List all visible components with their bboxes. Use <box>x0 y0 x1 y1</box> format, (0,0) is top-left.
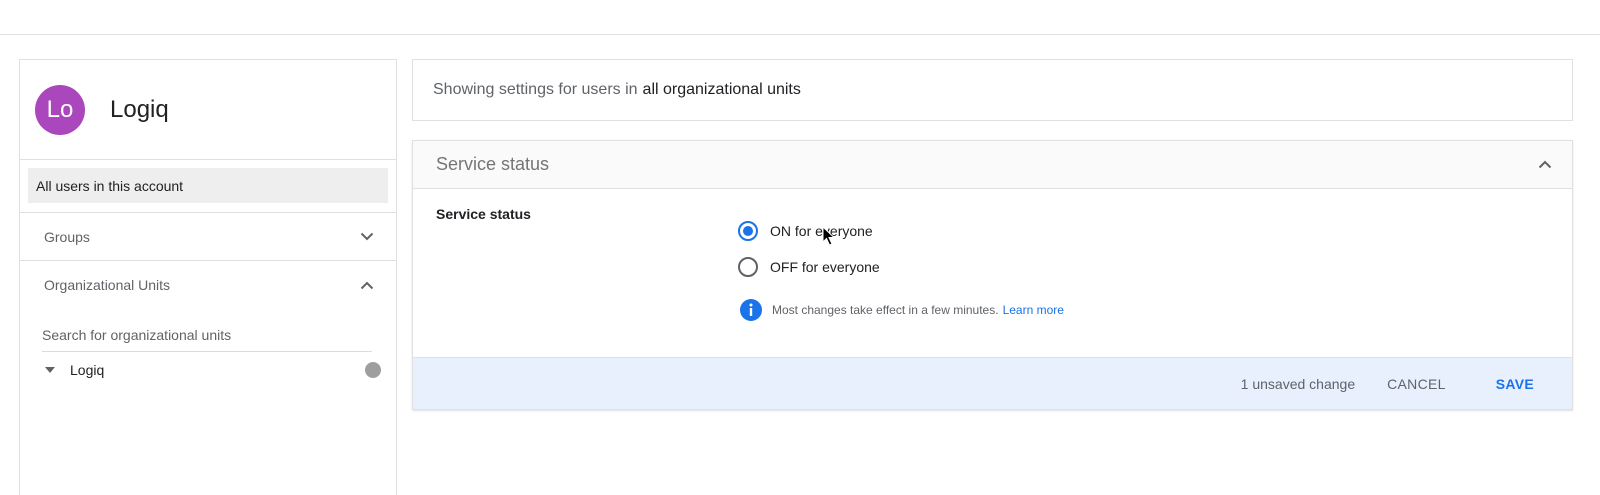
top-bar <box>0 0 1600 35</box>
scope-prefix: Showing settings for users in <box>433 81 638 98</box>
status-dot-icon <box>365 362 381 378</box>
caret-down-icon[interactable] <box>42 362 58 378</box>
tree-item-label[interactable]: Logiq <box>70 362 365 378</box>
groups-section-toggle[interactable]: Groups <box>20 213 396 261</box>
learn-more-link[interactable]: Learn more <box>1003 303 1064 317</box>
chevron-up-icon <box>360 278 374 292</box>
radio-on-for-everyone[interactable]: ON for everyone <box>738 221 873 241</box>
org-units-search-wrap <box>20 309 396 352</box>
chevron-up-icon[interactable] <box>1538 158 1552 172</box>
org-units-label: Organizational Units <box>44 277 171 293</box>
card-body: Service status ON for everyone OFF for e… <box>413 189 1572 357</box>
info-note: Most changes take effect in a few minute… <box>740 299 1064 321</box>
radio-off-label: OFF for everyone <box>770 259 880 275</box>
tree-row-logiq: Logiq <box>20 352 396 388</box>
setting-label: Service status <box>436 206 531 222</box>
org-header: Lo Logiq <box>20 60 396 160</box>
org-avatar: Lo <box>35 84 85 135</box>
org-name: Logiq <box>110 95 169 123</box>
all-users-item[interactable]: All users in this account <box>28 168 388 203</box>
save-bar: 1 unsaved change CANCEL SAVE <box>413 357 1572 409</box>
card-header[interactable]: Service status <box>413 141 1572 189</box>
cancel-button[interactable]: CANCEL <box>1383 370 1450 398</box>
org-sidebar: Lo Logiq All users in this account Group… <box>19 59 397 495</box>
card-title: Service status <box>436 154 550 174</box>
groups-label: Groups <box>44 228 90 245</box>
all-users-section: All users in this account <box>20 160 396 213</box>
org-units-section-toggle[interactable]: Organizational Units <box>20 261 396 309</box>
radio-off-for-everyone[interactable]: OFF for everyone <box>738 257 880 277</box>
radio-unchecked-icon[interactable] <box>738 257 758 277</box>
save-button[interactable]: SAVE <box>1492 370 1538 398</box>
info-note-text: Most changes take effect in a few minute… <box>772 303 999 317</box>
mouse-pointer-icon <box>822 226 836 246</box>
scope-value: all organizational units <box>642 81 801 98</box>
unsaved-changes-text: 1 unsaved change <box>1240 375 1356 392</box>
chevron-down-icon <box>360 230 374 244</box>
org-units-search-input[interactable] <box>42 323 372 352</box>
service-status-card: Service status Service status ON for eve… <box>412 140 1573 410</box>
radio-checked-icon[interactable] <box>738 221 758 241</box>
info-icon <box>740 299 762 321</box>
scope-info-bar: Showing settings for users in all organi… <box>412 59 1573 121</box>
